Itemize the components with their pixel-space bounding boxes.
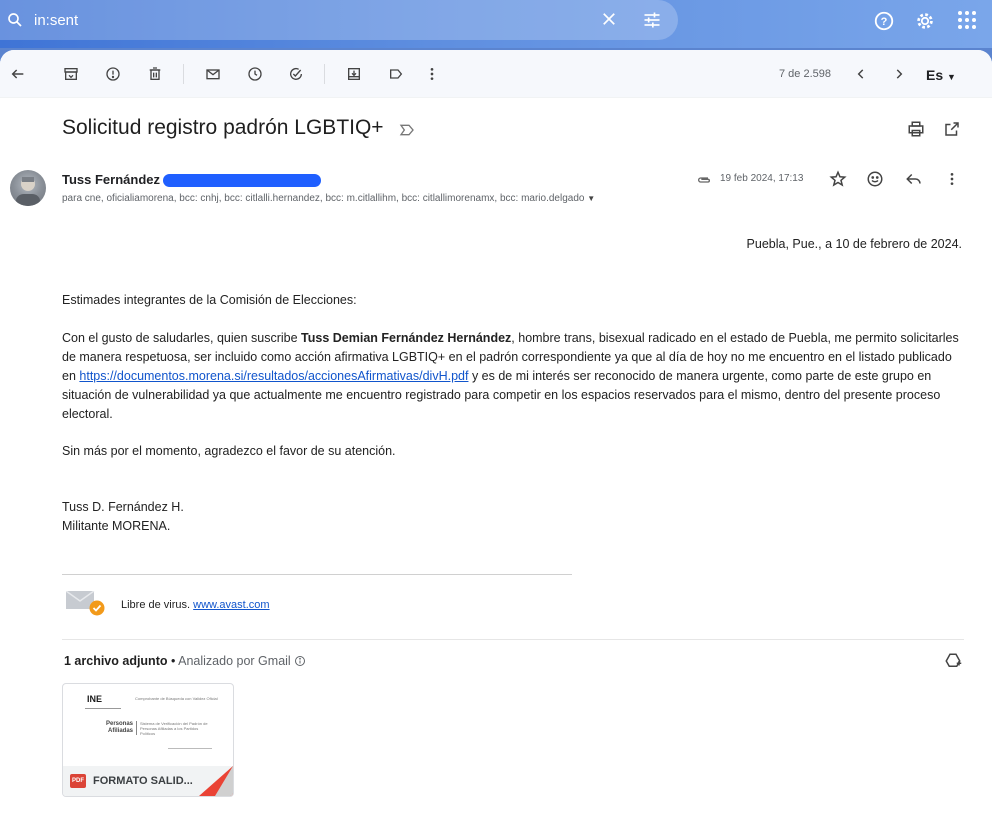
preview-separator	[136, 721, 137, 735]
back-arrow-icon[interactable]	[8, 64, 28, 84]
add-to-drive-icon[interactable]	[944, 652, 962, 675]
print-icon[interactable]	[907, 120, 925, 143]
emoji-reaction-icon[interactable]	[866, 170, 884, 193]
dropdown-arrow-icon: ▼	[947, 72, 956, 82]
apps-grid-icon[interactable]	[957, 10, 977, 32]
paragraph-intro: Con el gusto de saludarles, quien suscri…	[62, 331, 302, 345]
chevron-left-icon[interactable]	[851, 64, 871, 84]
report-spam-icon[interactable]	[103, 64, 123, 84]
preview-right-text: Sistema de Verificación del Padrón de Pe…	[140, 721, 208, 736]
label-icon[interactable]	[386, 64, 406, 84]
virus-free-note: Libre de virus. www.avast.com	[121, 599, 270, 611]
preview-rule	[85, 708, 121, 709]
attachment-card[interactable]: INE Comprobante de Búsqueda con Validez …	[62, 683, 234, 797]
recipients-text: para cne, oficialiamorena, bcc: cnhj, bc…	[62, 193, 585, 204]
close-icon[interactable]	[600, 10, 618, 33]
language-selector[interactable]: Es ▼	[926, 67, 956, 83]
signature-name: Tuss D. Fernández H.	[62, 500, 184, 514]
help-icon[interactable]: ?	[873, 10, 895, 32]
chevron-right-icon[interactable]	[889, 64, 909, 84]
move-to-icon[interactable]	[344, 64, 364, 84]
recipients-line[interactable]: para cne, oficialiamorena, bcc: cnhj, bc…	[62, 193, 595, 204]
attachments-header: 1 archivo adjunto • Analizado por Gmail	[64, 654, 306, 670]
delete-icon[interactable]	[145, 64, 165, 84]
email-subject: Solicitud registro padrón LGBTIQ+	[62, 116, 384, 139]
search-options-icon[interactable]	[642, 10, 662, 35]
preview-footer-rule	[168, 748, 212, 749]
mark-unread-icon[interactable]	[203, 64, 223, 84]
search-icon[interactable]	[6, 11, 24, 34]
star-icon[interactable]	[829, 170, 847, 193]
more-vert-icon[interactable]	[422, 64, 442, 84]
sender-name[interactable]: Tuss Fernández	[62, 172, 160, 187]
document-link[interactable]: https://documentos.morena.si/resultados/…	[79, 369, 468, 383]
signature-role: Militante MORENA.	[62, 519, 171, 533]
virus-free-text: Libre de virus.	[121, 599, 191, 611]
attachment-preview: INE Comprobante de Búsqueda con Validez …	[63, 684, 233, 768]
avast-link[interactable]: www.avast.com	[193, 599, 269, 611]
recipients-dropdown-icon[interactable]: ▼	[587, 194, 595, 203]
info-icon[interactable]	[294, 655, 306, 670]
reply-icon[interactable]	[905, 170, 923, 193]
signature-divider	[62, 574, 572, 575]
requester-full-name: Tuss Demian Fernández Hernández	[301, 331, 512, 345]
attachments-count: 1 archivo adjunto	[64, 654, 168, 668]
sender-avatar[interactable]	[10, 170, 46, 206]
main-panel: 7 de 2.598 Es ▼ Solicitud registro padró…	[0, 50, 992, 828]
language-label: Es	[926, 67, 944, 83]
attachments-separator: •	[167, 654, 179, 668]
redaction-mark	[163, 174, 321, 187]
attachment-footer: PDF FORMATO SALID...	[63, 766, 233, 796]
preview-left-title: Personas Afiliadas	[105, 721, 133, 734]
message-count: 7 de 2.598	[779, 68, 831, 80]
toolbar-divider	[324, 64, 325, 84]
attachment-filename: FORMATO SALID...	[93, 775, 193, 787]
main-paragraph: Con el gusto de saludarles, quien suscri…	[62, 329, 962, 424]
scan-status: Analizado por Gmail	[178, 654, 291, 668]
settings-gear-icon[interactable]	[914, 10, 936, 32]
ine-logo: INE	[87, 694, 103, 704]
svg-text:?: ?	[881, 16, 888, 28]
top-bar: in:sent ?	[0, 0, 992, 48]
search-input[interactable]: in:sent	[34, 12, 78, 29]
importance-label-icon[interactable]	[399, 123, 415, 142]
attachment-clip-icon	[696, 173, 712, 191]
preview-heading: Comprobante de Búsqueda con Validez Ofic…	[135, 696, 218, 701]
email-date: 19 feb 2024, 17:13	[720, 173, 804, 184]
add-task-icon[interactable]	[286, 64, 306, 84]
avast-envelope-icon	[65, 590, 108, 624]
toolbar-divider	[183, 64, 184, 84]
place-date-line: Puebla, Pue., a 10 de febrero de 2024.	[746, 237, 962, 251]
open-new-window-icon[interactable]	[943, 120, 961, 143]
search-box[interactable]: in:sent	[0, 0, 678, 40]
more-options-icon[interactable]	[944, 170, 960, 193]
message-toolbar: 7 de 2.598 Es ▼	[0, 50, 992, 98]
archive-icon[interactable]	[61, 64, 81, 84]
pdf-corner-shadow	[215, 766, 233, 796]
attachments-divider	[62, 639, 964, 640]
greeting-line: Estimades integrantes de la Comisión de …	[62, 293, 357, 307]
pdf-file-icon: PDF	[70, 774, 86, 788]
snooze-icon[interactable]	[245, 64, 265, 84]
closing-line: Sin más por el momento, agradezco el fav…	[62, 444, 396, 458]
